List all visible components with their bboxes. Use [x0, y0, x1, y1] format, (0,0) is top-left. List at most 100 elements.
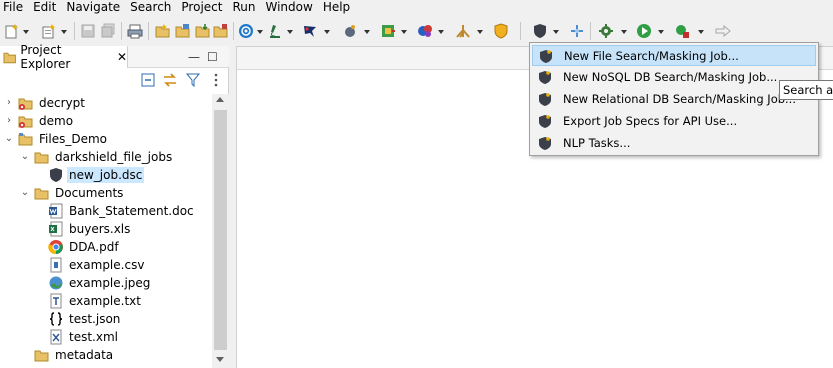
- tree-item-label: DDA.pdf: [69, 240, 119, 254]
- tree-item-new-job[interactable]: new_job.dsc: [48, 166, 145, 184]
- menu-bar: File Edit Navigate Search Project Run Wi…: [0, 0, 833, 15]
- open-project-icon[interactable]: [175, 23, 191, 39]
- menu-item-nlp-tasks[interactable]: NLP Tasks...: [532, 133, 816, 154]
- external-tools-dropdown-arrow[interactable]: [698, 30, 704, 34]
- menu-item-label: New File Search/Masking Job...: [564, 49, 739, 63]
- tree-item-test-xml[interactable]: test.xml: [48, 328, 120, 346]
- tree-item-example-txt[interactable]: example.txt: [48, 292, 143, 310]
- menu-run[interactable]: Run: [227, 0, 260, 15]
- wizard-dropdown-arrow[interactable]: [61, 30, 67, 34]
- chevron-down-icon[interactable]: ⌄: [20, 188, 30, 198]
- view-menu-icon[interactable]: [213, 73, 219, 87]
- external-tools-icon[interactable]: [674, 23, 690, 39]
- filter-icon[interactable]: [186, 73, 200, 87]
- menu-navigate[interactable]: Navigate: [61, 0, 125, 15]
- toolbar-separator: [233, 22, 234, 40]
- open-folder-icon[interactable]: [155, 23, 171, 39]
- tree-item-documents[interactable]: ⌄ Documents: [20, 184, 125, 202]
- scroll-thumb[interactable]: [214, 110, 227, 350]
- import-folder-icon[interactable]: [195, 23, 211, 39]
- menu-project[interactable]: Project: [176, 0, 227, 15]
- print-icon[interactable]: [127, 23, 143, 39]
- minimize-icon[interactable]: —: [188, 50, 200, 64]
- tree-item-buyers[interactable]: buyers.xls: [48, 220, 132, 238]
- tree-item-label: Bank_Statement.doc: [69, 204, 194, 218]
- export-folder-icon[interactable]: [213, 23, 229, 39]
- save-all-icon: [101, 23, 115, 38]
- project-explorer-panel: Project Explorer ✕ — ☐ › decrypt › demo …: [0, 43, 229, 368]
- globe-icon[interactable]: [238, 23, 254, 39]
- debug-gear-icon[interactable]: [598, 23, 614, 39]
- menu-edit[interactable]: Edit: [28, 0, 61, 15]
- tree-item-label: test.json: [69, 312, 121, 326]
- explorer-scrollbar[interactable]: [212, 94, 229, 368]
- new-icon[interactable]: [4, 23, 20, 39]
- tree-item-example-csv[interactable]: example.csv: [48, 256, 146, 274]
- tree-item-bank-statement[interactable]: Bank_Statement.doc: [48, 202, 196, 220]
- toolbar-separator: [590, 22, 591, 40]
- shield-gold-icon[interactable]: [493, 23, 509, 39]
- globe-dropdown-arrow[interactable]: [257, 30, 263, 34]
- run-icon[interactable]: [636, 23, 652, 39]
- sparkle-arrows-icon[interactable]: [569, 23, 585, 39]
- project-icon: [18, 133, 33, 146]
- excel-icon: [49, 221, 63, 237]
- database-dropdown-arrow[interactable]: [401, 30, 407, 34]
- chart-dropdown-arrow[interactable]: [438, 30, 444, 34]
- save-icon: [81, 24, 95, 38]
- tree-item-label: example.csv: [69, 258, 145, 272]
- folder-icon: [34, 188, 49, 200]
- chevron-down-icon[interactable]: ⌄: [4, 134, 14, 144]
- project-error-icon: [18, 116, 33, 128]
- menu-file[interactable]: File: [0, 0, 28, 15]
- scroll-down-arrow[interactable]: [216, 357, 224, 362]
- menu-item-new-file-search-job[interactable]: New File Search/Masking Job...: [532, 45, 816, 66]
- maximize-icon[interactable]: ☐: [207, 50, 218, 64]
- new-dropdown-arrow[interactable]: [23, 30, 29, 34]
- microscope-icon[interactable]: [267, 23, 283, 39]
- tab-project-explorer[interactable]: Project Explorer ✕: [0, 43, 128, 71]
- close-icon[interactable]: ✕: [117, 50, 127, 64]
- tree-item-label: decrypt: [39, 96, 85, 110]
- chevron-down-icon[interactable]: ⌄: [20, 152, 30, 162]
- chart-icon[interactable]: [417, 23, 435, 39]
- tree-item-demo[interactable]: › demo: [4, 112, 75, 130]
- menu-window[interactable]: Window: [260, 0, 317, 15]
- link-with-editor-icon[interactable]: [162, 73, 178, 87]
- menu-item-export-job-specs[interactable]: Export Job Specs for API Use...: [532, 111, 816, 132]
- run-dropdown-arrow[interactable]: [658, 30, 664, 34]
- tree-item-test-json[interactable]: test.json: [48, 310, 122, 328]
- explorer-header: Project Explorer ✕ — ☐: [0, 43, 229, 71]
- microscope-dropdown-arrow[interactable]: [287, 30, 293, 34]
- debug-dropdown-arrow[interactable]: [621, 30, 627, 34]
- menu-search[interactable]: Search: [125, 0, 176, 15]
- tree-item-decrypt[interactable]: › decrypt: [4, 94, 87, 112]
- tree-dropdown-arrow[interactable]: [477, 30, 483, 34]
- tree-icon[interactable]: [454, 23, 472, 39]
- darkshield-dropdown-arrow[interactable]: [553, 30, 559, 34]
- flag-dropdown-arrow[interactable]: [324, 30, 330, 34]
- chevron-right-icon[interactable]: ›: [4, 98, 14, 108]
- tree-item-example-jpeg[interactable]: example.jpeg: [48, 274, 152, 292]
- magic-wand-icon[interactable]: [342, 23, 358, 39]
- menu-item-new-relational-search-job[interactable]: New Relational DB Search/Masking Job...: [532, 89, 816, 110]
- tree-item-files-demo[interactable]: ⌄ Files_Demo: [4, 130, 109, 148]
- flag-icon[interactable]: [302, 23, 320, 39]
- darkshield-icon: [539, 137, 551, 150]
- tree-item-label: metadata: [55, 348, 114, 362]
- tree-item-label: darkshield_file_jobs: [55, 150, 173, 164]
- tree-item-metadata[interactable]: › metadata: [20, 346, 115, 364]
- new-wizard-icon[interactable]: [41, 23, 57, 39]
- darkshield-icon[interactable]: [532, 23, 548, 39]
- tree-item-dda-pdf[interactable]: DDA.pdf: [48, 238, 121, 256]
- menu-help[interactable]: Help: [318, 0, 355, 15]
- tree-item-label: example.jpeg: [69, 276, 151, 290]
- tree-item-darkshield-file-jobs[interactable]: ⌄ darkshield_file_jobs: [20, 148, 174, 166]
- menu-item-new-nosql-search-job[interactable]: New NoSQL DB Search/Masking Job...: [532, 67, 816, 88]
- wand-dropdown-arrow[interactable]: [364, 30, 370, 34]
- scroll-up-arrow[interactable]: [216, 97, 224, 102]
- chevron-right-icon[interactable]: ›: [4, 116, 14, 126]
- collapse-all-icon[interactable]: [141, 73, 155, 87]
- database-icon[interactable]: [380, 23, 396, 39]
- toolbar-separator: [121, 22, 122, 40]
